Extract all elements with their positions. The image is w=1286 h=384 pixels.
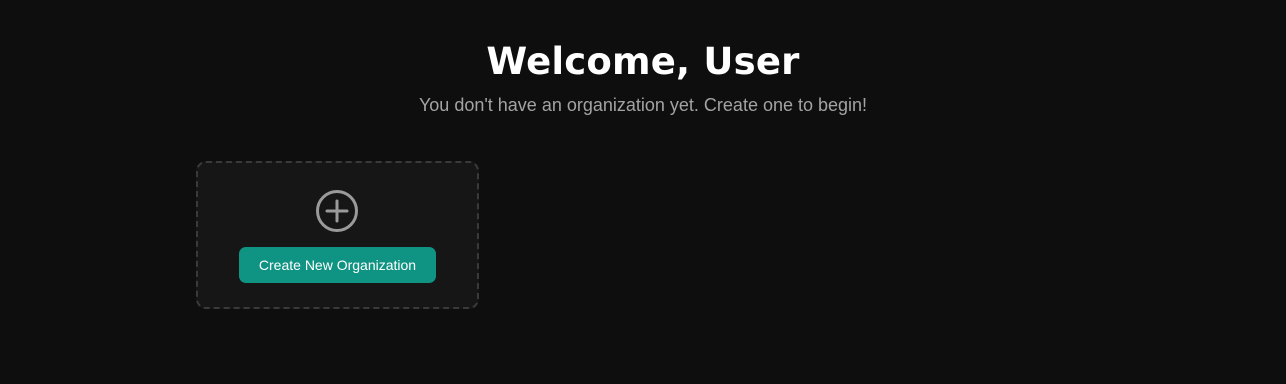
page-subtitle: You don't have an organization yet. Crea… bbox=[418, 95, 868, 115]
create-new-organization-button[interactable]: Create New Organization bbox=[239, 247, 436, 283]
welcome-page: Welcome, User You don't have an organiza… bbox=[0, 0, 1286, 384]
page-title: Welcome, User bbox=[486, 40, 800, 83]
plus-circle-icon bbox=[316, 190, 358, 232]
create-organization-card[interactable]: Create New Organization bbox=[196, 161, 479, 309]
